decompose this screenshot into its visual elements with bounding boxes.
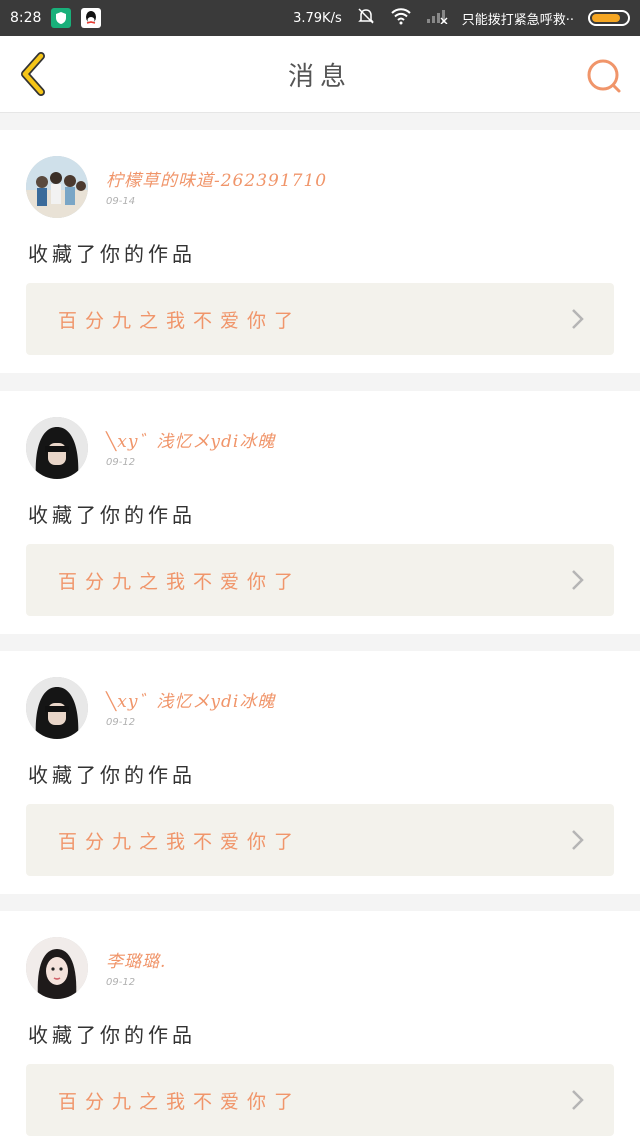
mute-bell-icon [356, 6, 376, 30]
work-title: 百分九之我不爱你了 [58, 830, 302, 853]
wifi-icon [390, 7, 412, 29]
username[interactable]: 柠檬草的味道-262391710 [106, 166, 327, 191]
chevron-right-icon [572, 309, 584, 329]
qq-app-icon [81, 8, 102, 28]
avatar[interactable] [26, 937, 88, 999]
status-right: 3.79K/s 只能拨打紧急呼救·· [293, 6, 630, 30]
dark-hair-avatar-icon [26, 677, 88, 739]
username[interactable]: ╲xy゛浅忆メydi冰魄 [106, 427, 275, 452]
username[interactable]: 李璐璐. [106, 947, 166, 972]
chevron-right-icon [572, 830, 584, 850]
group-photo-avatar-icon [26, 156, 88, 218]
work-link[interactable]: 百分九之我不爱你了 [26, 1064, 614, 1136]
chevron-right-icon [572, 570, 584, 590]
message-date: 09-12 [106, 717, 136, 728]
work-link[interactable]: 百分九之我不爱你了 [26, 544, 614, 616]
action-text: 收藏了你的作品 [28, 1023, 196, 1047]
header-bar: 消息 [0, 36, 640, 113]
avatar[interactable] [26, 677, 88, 739]
message-card: ╲xy゛浅忆メydi冰魄 09-12 收藏了你的作品 百分九之我不爱你了 [0, 391, 640, 634]
message-card: ╲xy゛浅忆メydi冰魄 09-12 收藏了你的作品 百分九之我不爱你了 [0, 651, 640, 894]
back-button[interactable] [12, 52, 52, 96]
search-icon [587, 59, 621, 93]
avatar[interactable] [26, 156, 88, 218]
message-card: 李璐璐. 09-12 收藏了你的作品 百分九之我不爱你了 [0, 911, 640, 1138]
work-link[interactable]: 百分九之我不爱你了 [26, 804, 614, 876]
message-date: 09-12 [106, 457, 136, 468]
dark-hair-avatar-icon [26, 417, 88, 479]
carrier-text: 只能拨打紧急呼救·· [461, 12, 574, 28]
status-time: 8:28 [10, 10, 42, 26]
status-bar: 8:28 3.79K/s 只能拨打紧急呼救·· [0, 0, 640, 36]
battery-fill [592, 14, 620, 22]
back-chevron-icon [21, 52, 45, 96]
work-link[interactable]: 百分九之我不爱你了 [26, 283, 614, 355]
action-text: 收藏了你的作品 [28, 763, 196, 787]
action-text: 收藏了你的作品 [28, 503, 196, 527]
net-speed: 3.79K/s [293, 10, 342, 26]
avatar[interactable] [26, 417, 88, 479]
signal-icon [426, 8, 448, 28]
page-title: 消息 [287, 61, 352, 92]
work-title: 百分九之我不爱你了 [58, 309, 302, 332]
portrait-avatar-icon [26, 937, 88, 999]
chevron-right-icon [572, 1090, 584, 1110]
message-date: 09-14 [106, 196, 136, 207]
work-title: 百分九之我不爱你了 [58, 570, 302, 593]
status-left: 8:28 [10, 8, 102, 28]
action-text: 收藏了你的作品 [28, 242, 196, 266]
shield-app-icon [51, 8, 72, 28]
search-button[interactable] [584, 56, 624, 96]
message-date: 09-12 [106, 977, 136, 988]
message-card: 柠檬草的味道-262391710 09-14 收藏了你的作品 百分九之我不爱你了 [0, 130, 640, 373]
work-title: 百分九之我不爱你了 [58, 1090, 302, 1113]
battery-icon [588, 10, 630, 26]
username[interactable]: ╲xy゛浅忆メydi冰魄 [106, 687, 275, 712]
